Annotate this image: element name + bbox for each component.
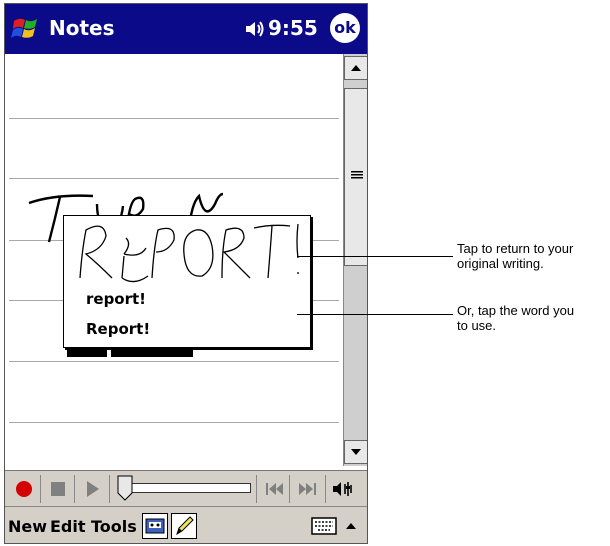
callout-text-line: original writing. bbox=[457, 256, 544, 271]
menu-tools[interactable]: Tools bbox=[91, 517, 137, 536]
slider-thumb[interactable] bbox=[117, 475, 133, 501]
toolbar-divider bbox=[40, 475, 41, 503]
app-title: Notes bbox=[49, 16, 115, 40]
scroll-thumb[interactable] bbox=[344, 88, 367, 266]
menu-edit[interactable]: Edit bbox=[50, 517, 86, 536]
toolbar-divider bbox=[256, 475, 257, 503]
device-screen: Notes 9:55 ok report! Report! New Edit T… bbox=[4, 3, 368, 544]
stop-icon[interactable] bbox=[45, 475, 71, 503]
arrow-up-icon bbox=[351, 65, 361, 71]
cassette-icon bbox=[145, 518, 165, 534]
vertical-scrollbar[interactable] bbox=[343, 54, 367, 466]
toolbar-divider bbox=[289, 475, 290, 503]
ok-button[interactable]: ok bbox=[330, 13, 360, 43]
toolbar-divider bbox=[109, 475, 110, 503]
recognition-alternates-popup: report! Report! bbox=[63, 215, 311, 348]
callout-text-line: Or, tap the word you bbox=[457, 303, 575, 318]
record-icon[interactable] bbox=[11, 475, 37, 503]
pen-mode-button[interactable] bbox=[171, 513, 197, 539]
callout-text-line: Tap to return to your bbox=[457, 241, 574, 256]
callout-original-writing: Tap to return to your original writing. bbox=[457, 241, 573, 271]
original-writing-ink[interactable] bbox=[64, 216, 310, 286]
menu-new[interactable]: New bbox=[8, 517, 47, 536]
skip-forward-icon[interactable] bbox=[295, 475, 321, 503]
title-bar: Notes 9:55 ok bbox=[5, 4, 367, 54]
play-icon[interactable] bbox=[79, 475, 105, 503]
pen-icon bbox=[176, 516, 194, 536]
position-slider[interactable] bbox=[121, 483, 251, 493]
recording-toggle-button[interactable] bbox=[142, 513, 168, 539]
skip-back-icon[interactable] bbox=[261, 475, 287, 503]
start-menu-icon[interactable] bbox=[11, 13, 41, 43]
recording-toolbar bbox=[5, 470, 367, 507]
callout-tap-word: Or, tap the word you to use. bbox=[457, 303, 574, 333]
alternate-word-2[interactable]: Report! bbox=[86, 320, 150, 338]
volume-control-icon[interactable] bbox=[331, 475, 357, 503]
input-selector-arrow-icon[interactable] bbox=[343, 519, 359, 533]
menu-bar: New Edit Tools bbox=[5, 506, 367, 543]
volume-icon[interactable] bbox=[244, 19, 266, 39]
callout-line-word bbox=[297, 314, 453, 315]
scroll-up-button[interactable] bbox=[344, 56, 367, 80]
alternate-word-1[interactable]: report! bbox=[86, 290, 146, 308]
toolbar-divider bbox=[74, 475, 75, 503]
toolbar-divider bbox=[325, 475, 326, 503]
callout-line-original bbox=[297, 256, 453, 257]
clock-time[interactable]: 9:55 bbox=[268, 16, 318, 40]
callout-text-line: to use. bbox=[457, 318, 497, 333]
grip-icon bbox=[351, 171, 363, 179]
scroll-down-button[interactable] bbox=[344, 440, 367, 464]
arrow-down-icon bbox=[351, 449, 361, 455]
keyboard-icon[interactable] bbox=[311, 516, 337, 536]
